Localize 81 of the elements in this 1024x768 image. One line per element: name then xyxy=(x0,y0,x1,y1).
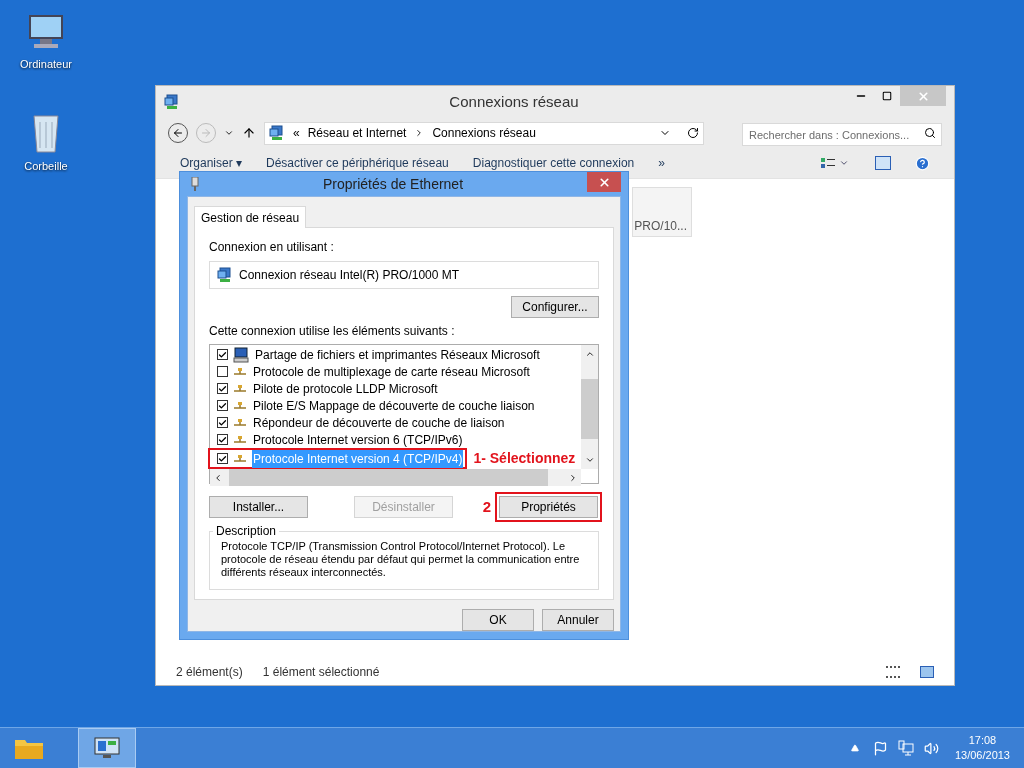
cancel-button[interactable]: Annuler xyxy=(542,609,614,631)
ok-button[interactable]: OK xyxy=(462,609,534,631)
window-title: Connexions réseau xyxy=(448,91,580,112)
protocol-icon xyxy=(233,435,247,444)
tile-label: PRO/10... xyxy=(634,218,687,235)
list-item[interactable]: Partage de fichiers et imprimantes Réseaux Microsoft xyxy=(254,345,541,364)
checkbox[interactable] xyxy=(217,434,228,445)
clock[interactable]: 17:08 13/06/2013 xyxy=(954,733,1024,763)
preview-pane-icon[interactable] xyxy=(875,156,891,170)
network-window-icon xyxy=(94,737,120,759)
forward-arrow-icon xyxy=(200,127,212,139)
toolbar-button[interactable]: Désactiver ce périphérique réseau xyxy=(266,156,449,170)
field-label: Connexion en utilisant : xyxy=(209,239,335,256)
checkbox[interactable] xyxy=(217,383,228,394)
list-item[interactable]: Pilote E/S Mappage de découverte de couche liaison xyxy=(252,396,536,415)
list-item[interactable]: Répondeur de découverte de couche de liaison xyxy=(252,413,506,432)
properties-button[interactable]: Propriétés xyxy=(499,496,598,518)
help-icon[interactable] xyxy=(915,156,930,171)
protocol-icon xyxy=(233,401,247,410)
scroll-up-icon[interactable] xyxy=(584,349,595,359)
tab[interactable]: Gestion de réseau xyxy=(194,206,307,228)
details-view-icon[interactable] xyxy=(886,666,900,678)
search-field[interactable]: Rechercher dans : Connexions... xyxy=(742,123,942,146)
toolbar-button[interactable]: Organiser ▾ xyxy=(180,156,243,170)
checkbox[interactable] xyxy=(217,417,228,428)
close-icon xyxy=(597,175,611,189)
address-bar[interactable]: « Réseau et Internet Connexions réseau xyxy=(264,121,704,145)
back-arrow-icon xyxy=(172,127,184,139)
list-item[interactable]: Pilote de protocole LLDP Microsoft xyxy=(252,379,439,398)
network-icon xyxy=(164,94,180,110)
network-adapter-icon xyxy=(217,267,233,283)
maximize-icon xyxy=(882,91,892,101)
scroll-right-icon[interactable] xyxy=(568,472,578,483)
protocol-icon xyxy=(233,454,247,463)
toolbar-button[interactable]: Diagnostiquer cette connexion xyxy=(472,156,635,170)
annotation-text: 1- Sélectionnez xyxy=(473,449,576,468)
connection-tile[interactable]: PRO/10... xyxy=(632,187,692,237)
volume-icon[interactable] xyxy=(923,740,939,756)
search-icon xyxy=(924,126,936,139)
breadcrumb-item[interactable]: « xyxy=(293,124,300,142)
checkbox[interactable] xyxy=(217,400,228,411)
description-text: Protocole TCP/IP (Transmission Control Protocol/Internet Protocol). Le protocole de réseau étendu par défaut qui permet la communication entre différents réseaux interconnectés. xyxy=(221,540,581,579)
show-hidden-icons-icon[interactable] xyxy=(850,744,859,752)
protocol-icon xyxy=(233,384,247,393)
group-label: Description xyxy=(215,523,278,540)
protocol-icon xyxy=(233,418,247,427)
computer-icon xyxy=(233,346,249,363)
desktop-icon-label[interactable]: Corbeille xyxy=(24,158,68,175)
ethernet-icon xyxy=(191,177,199,191)
desktop-icon-label[interactable]: Ordinateur xyxy=(20,56,72,73)
scroll-left-icon[interactable] xyxy=(213,472,223,483)
checkbox[interactable] xyxy=(217,453,228,464)
tiles-view-icon[interactable] xyxy=(920,666,934,678)
install-button[interactable]: Installer... xyxy=(209,496,308,518)
protocol-icon xyxy=(233,367,247,376)
breadcrumb-item[interactable]: Réseau et Internet xyxy=(307,124,407,142)
scroll-down-icon[interactable] xyxy=(584,455,595,465)
breadcrumb-item[interactable]: Connexions réseau xyxy=(432,124,536,142)
status-text: 2 élément(s) xyxy=(176,664,243,681)
list-item[interactable]: Protocole de multiplexage de carte réseau Microsoft xyxy=(252,362,531,381)
checkbox[interactable] xyxy=(217,349,228,360)
adapter-field: Connexion réseau Intel(R) PRO/1000 MT xyxy=(209,261,599,289)
dialog-title: Propriétés de Ethernet xyxy=(321,174,465,194)
configure-button[interactable]: Configurer... xyxy=(511,296,599,318)
toolbar-button[interactable]: » xyxy=(658,156,665,170)
network-icon xyxy=(269,125,285,141)
close-button[interactable] xyxy=(587,172,621,192)
network-icon[interactable] xyxy=(897,740,914,756)
field-label: Cette connexion utilise les éléments suivants : xyxy=(209,323,456,340)
refresh-icon[interactable] xyxy=(687,127,699,139)
history-dropdown-icon[interactable] xyxy=(224,128,234,138)
up-icon[interactable] xyxy=(242,126,256,140)
annotation-text: 2 xyxy=(482,496,491,517)
close-icon xyxy=(916,89,930,103)
status-text: 1 élément sélectionné xyxy=(262,664,380,681)
horizontal-scrollbar[interactable] xyxy=(210,469,581,486)
network-connections-button[interactable] xyxy=(78,728,136,768)
flag-icon[interactable] xyxy=(872,740,888,756)
checkbox[interactable] xyxy=(217,366,228,377)
list-item[interactable]: Protocole Internet version 6 (TCP/IPv6) xyxy=(252,430,464,449)
vertical-scrollbar[interactable] xyxy=(581,345,598,469)
